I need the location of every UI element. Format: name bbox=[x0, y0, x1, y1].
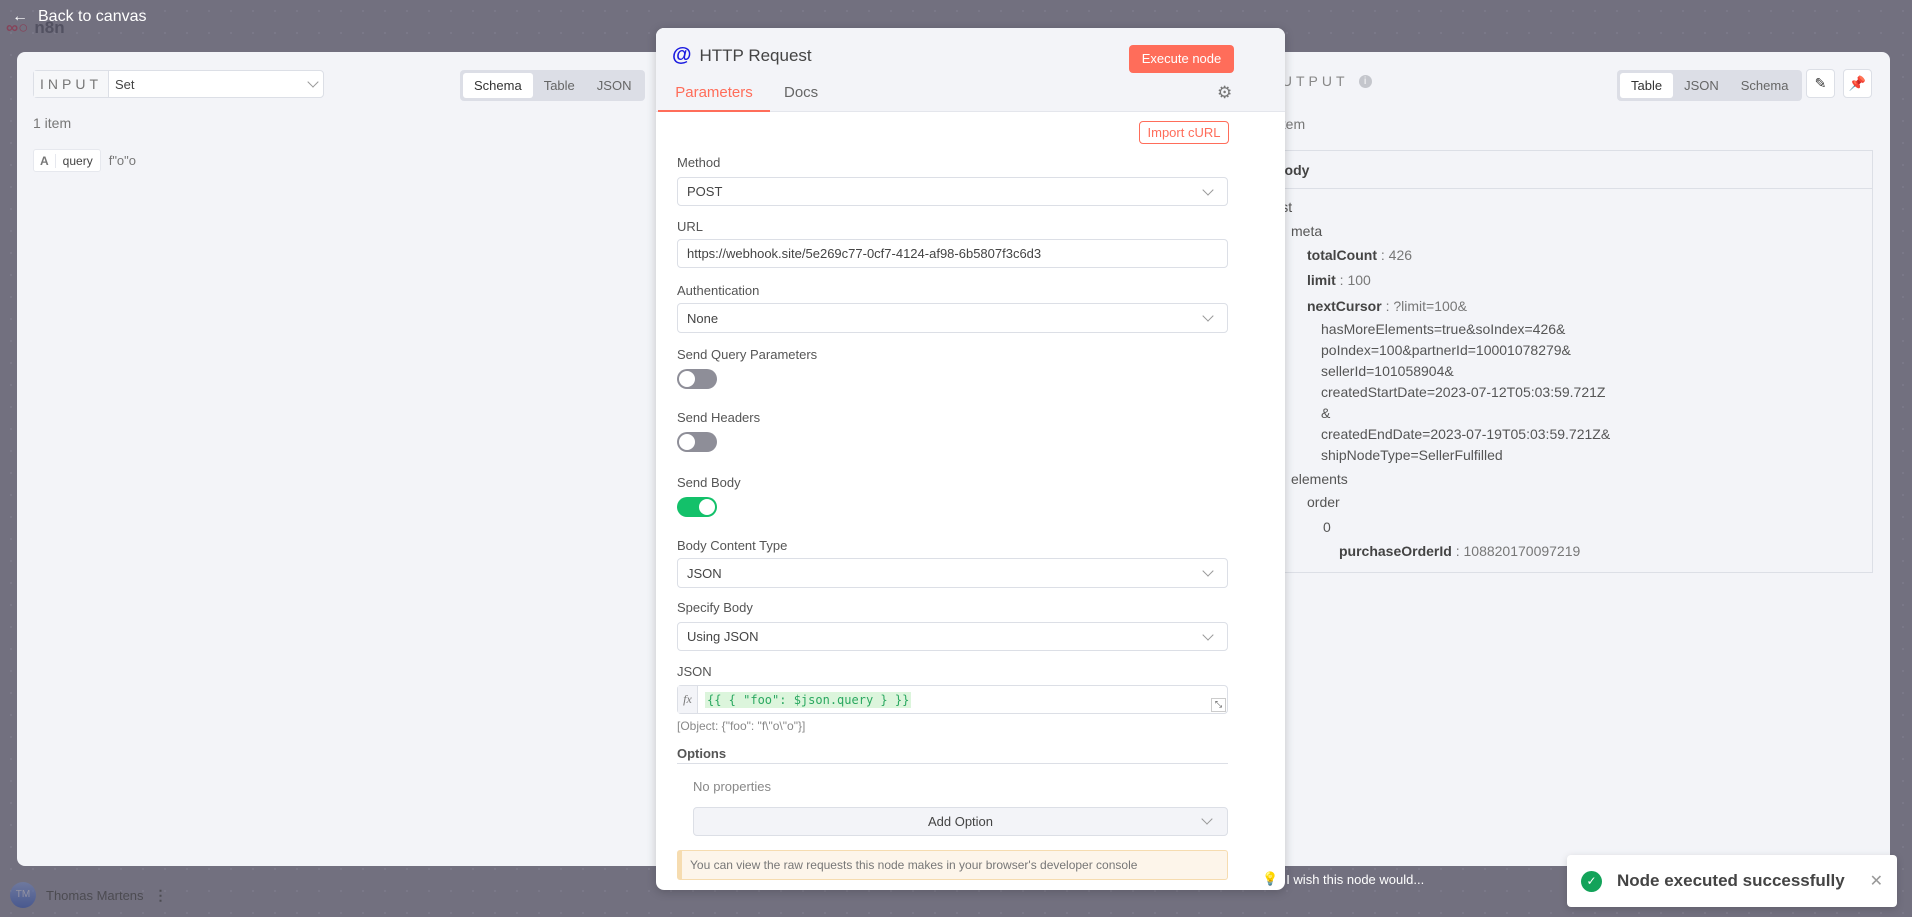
column-header: body bbox=[1268, 151, 1872, 189]
input-node-selector[interactable]: INPUT Set bbox=[33, 70, 324, 98]
expand-icon[interactable]: ⤡ bbox=[1211, 698, 1226, 712]
chevron-down-icon bbox=[1201, 813, 1213, 825]
send-query-toggle[interactable] bbox=[677, 369, 717, 389]
view-json[interactable]: JSON bbox=[1673, 73, 1730, 98]
json-expression-input[interactable]: fx {{ { "foo": $json.query } }} ⤡ bbox=[677, 685, 1228, 714]
user-menu[interactable]: TM Thomas Martens ⋮ bbox=[10, 882, 168, 908]
chevron-down-icon bbox=[1202, 183, 1214, 196]
add-option-button[interactable]: Add Option bbox=[693, 807, 1228, 836]
close-icon[interactable]: ✕ bbox=[1870, 871, 1883, 891]
arrow-left-icon: ← bbox=[12, 8, 28, 25]
more-vertical-icon[interactable]: ⋮ bbox=[154, 887, 168, 904]
chevron-down-icon bbox=[1202, 310, 1214, 322]
send-body-toggle[interactable] bbox=[677, 497, 717, 517]
schema-field[interactable]: A query f"o"o bbox=[33, 149, 136, 172]
output-table: body bbox=[1267, 150, 1873, 573]
feedback-link[interactable]: 💡 I wish this node would... bbox=[1262, 871, 1424, 887]
back-to-canvas-button[interactable]: ← Back to canvas bbox=[12, 8, 147, 26]
view-schema[interactable]: Schema bbox=[1730, 73, 1800, 98]
chevron-down-icon bbox=[307, 76, 319, 88]
tab-docs[interactable]: Docs bbox=[784, 84, 818, 101]
node-details-panel: @ HTTP Request Execute node Parameters D… bbox=[656, 28, 1285, 890]
input-panel: INPUT Set Schema Table JSON 1 item A que… bbox=[17, 52, 677, 866]
execute-node-button[interactable]: Execute node bbox=[1129, 45, 1234, 73]
json-result-preview: [Object: {"foo": "f\"o\"o"}] bbox=[677, 719, 806, 733]
authentication-select[interactable]: None bbox=[677, 303, 1228, 333]
lightbulb-icon: 💡 bbox=[1262, 871, 1279, 886]
specify-body-select[interactable]: Using JSON bbox=[677, 622, 1228, 651]
node-title[interactable]: HTTP Request bbox=[700, 46, 812, 66]
view-json[interactable]: JSON bbox=[586, 73, 643, 98]
divider bbox=[677, 763, 1228, 764]
fx-icon: fx bbox=[678, 686, 698, 713]
body-content-type-select[interactable]: JSON bbox=[677, 558, 1228, 588]
import-curl-button[interactable]: Import cURL bbox=[1139, 121, 1229, 144]
input-view-toggle[interactable]: Schema Table JSON bbox=[460, 70, 646, 101]
method-select[interactable]: POST bbox=[677, 177, 1228, 206]
gear-icon[interactable]: ⚙ bbox=[1217, 83, 1232, 103]
http-request-icon: @ bbox=[672, 44, 692, 66]
tab-parameters[interactable]: Parameters bbox=[658, 84, 770, 112]
success-toast: ✓ Node executed successfully ✕ bbox=[1567, 855, 1897, 907]
avatar: TM bbox=[10, 882, 36, 908]
info-icon[interactable]: i bbox=[1358, 74, 1372, 88]
developer-console-notice: You can view the raw requests this node … bbox=[677, 850, 1228, 880]
url-input[interactable]: https://webhook.site/5e269c77-0cf7-4124-… bbox=[677, 239, 1228, 268]
send-headers-toggle[interactable] bbox=[677, 432, 717, 452]
edit-output-button[interactable]: ✎ bbox=[1806, 69, 1835, 98]
view-schema[interactable]: Schema bbox=[463, 73, 533, 98]
output-view-toggle[interactable]: Table JSON Schema bbox=[1617, 70, 1803, 101]
chevron-down-icon bbox=[1202, 565, 1214, 577]
pin-data-button[interactable]: 📌 bbox=[1843, 69, 1872, 98]
view-table[interactable]: Table bbox=[1620, 73, 1674, 98]
string-type-icon: A bbox=[34, 153, 56, 168]
check-circle-icon: ✓ bbox=[1581, 870, 1602, 892]
chevron-down-icon bbox=[1202, 628, 1214, 641]
view-table[interactable]: Table bbox=[533, 73, 586, 98]
input-item-count: 1 item bbox=[33, 115, 72, 131]
